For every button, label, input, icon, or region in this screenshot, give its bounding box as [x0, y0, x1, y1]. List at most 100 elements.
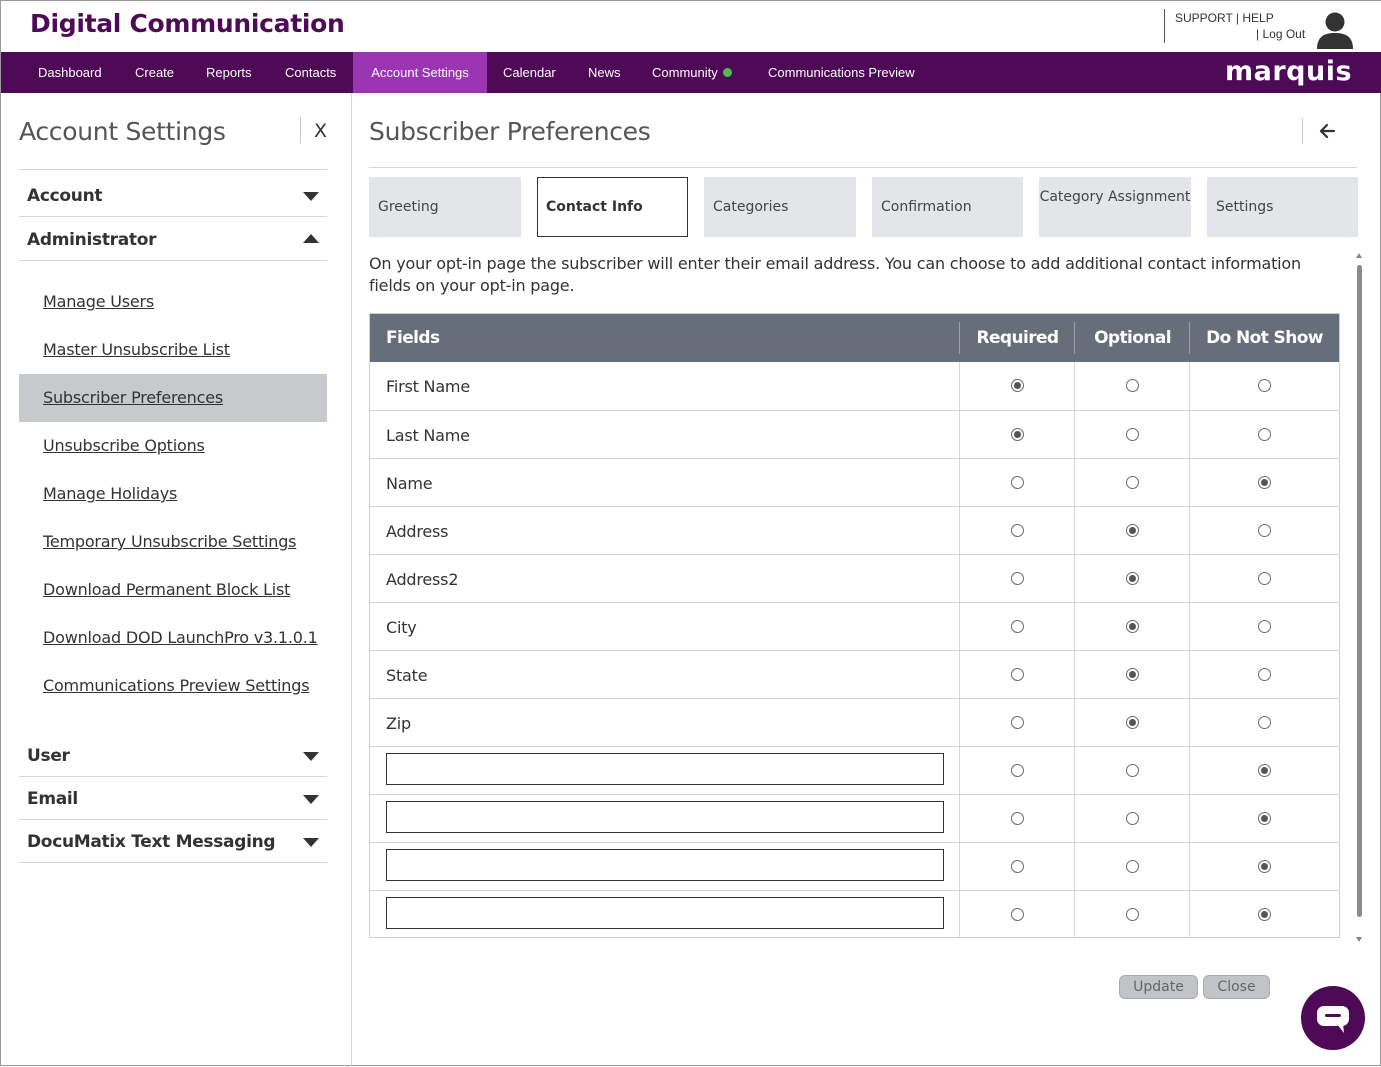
help-link[interactable]: HELP: [1242, 11, 1273, 25]
sidebar-item-unsubscribe-options[interactable]: Unsubscribe Options: [19, 422, 327, 470]
nav-calendar[interactable]: Calendar: [503, 52, 556, 93]
tab-contact-info[interactable]: Contact Info: [537, 177, 688, 237]
column-header-fields: Fields: [386, 328, 440, 348]
sidebar-item-label[interactable]: Download DOD LaunchPro v3.1.0.1: [43, 628, 318, 647]
sidebar-item-subscriber-preferences[interactable]: Subscriber Preferences: [19, 374, 327, 422]
sidebar-item-manage-holidays[interactable]: Manage Holidays: [19, 470, 327, 518]
scroll-up-icon[interactable]: [1356, 253, 1362, 258]
nav-communications-preview[interactable]: Communications Preview: [768, 52, 915, 93]
radio-optional[interactable]: [1126, 572, 1139, 585]
radio-optional[interactable]: [1126, 716, 1139, 729]
radio-required[interactable]: [1011, 379, 1024, 392]
radio-required[interactable]: [1011, 524, 1024, 537]
radio-do-not-show[interactable]: [1258, 524, 1271, 537]
radio-do-not-show[interactable]: [1258, 716, 1271, 729]
radio-optional[interactable]: [1126, 476, 1139, 489]
back-arrow-icon[interactable]: [1315, 119, 1339, 143]
sidebar-item-label[interactable]: Temporary Unsubscribe Settings: [43, 532, 297, 551]
logout-link[interactable]: Log Out: [1262, 27, 1305, 41]
nav-news[interactable]: News: [588, 52, 621, 93]
update-button[interactable]: Update: [1119, 975, 1198, 999]
divider: [300, 117, 301, 143]
sidebar-item-label[interactable]: Manage Users: [43, 292, 154, 311]
radio-optional[interactable]: [1126, 524, 1139, 537]
radio-do-not-show[interactable]: [1258, 572, 1271, 585]
tab-confirmation[interactable]: Confirmation: [872, 177, 1023, 237]
nav-create[interactable]: Create: [135, 52, 174, 93]
chevron-down-icon: [303, 838, 319, 847]
sidebar-section-user[interactable]: User: [19, 733, 327, 777]
radio-do-not-show[interactable]: [1258, 860, 1271, 873]
nav-community[interactable]: Community: [652, 52, 732, 93]
nav-contacts[interactable]: Contacts: [285, 52, 336, 93]
radio-optional[interactable]: [1126, 428, 1139, 441]
sidebar-item-label[interactable]: Download Permanent Block List: [43, 580, 290, 599]
radio-required[interactable]: [1011, 716, 1024, 729]
close-button[interactable]: Close: [1203, 975, 1270, 999]
sidebar-item-label[interactable]: Subscriber Preferences: [43, 388, 223, 407]
table-row: Address2: [370, 554, 1339, 602]
sidebar-close-button[interactable]: X: [314, 120, 327, 142]
column-header-optional: Optional: [1094, 328, 1171, 348]
sidebar-section-documatix[interactable]: DocuMatix Text Messaging: [19, 819, 327, 863]
radio-required[interactable]: [1011, 428, 1024, 441]
radio-optional[interactable]: [1126, 379, 1139, 392]
field-label: Address2: [386, 570, 459, 589]
sidebar-item-communications-preview-settings[interactable]: Communications Preview Settings: [19, 662, 327, 710]
sidebar-item-manage-users[interactable]: Manage Users: [19, 278, 327, 326]
divider: [369, 167, 1357, 168]
support-link[interactable]: SUPPORT: [1175, 11, 1233, 25]
sidebar-item-download-permanent-block-list[interactable]: Download Permanent Block List: [19, 566, 327, 614]
radio-do-not-show[interactable]: [1258, 379, 1271, 392]
sidebar-item-label[interactable]: Manage Holidays: [43, 484, 177, 503]
nav-reports[interactable]: Reports: [206, 52, 252, 93]
sidebar-item-download-dod-launchpro[interactable]: Download DOD LaunchPro v3.1.0.1: [19, 614, 327, 662]
radio-required[interactable]: [1011, 572, 1024, 585]
custom-field-input[interactable]: [386, 801, 944, 833]
sidebar-section-email[interactable]: Email: [19, 776, 327, 820]
radio-optional[interactable]: [1126, 668, 1139, 681]
radio-do-not-show[interactable]: [1258, 764, 1271, 777]
divider: [19, 169, 327, 170]
radio-required[interactable]: [1011, 668, 1024, 681]
sidebar-section-account[interactable]: Account: [19, 173, 327, 217]
scrollbar-thumb[interactable]: [1357, 265, 1362, 917]
chat-button[interactable]: [1301, 986, 1365, 1050]
radio-required[interactable]: [1011, 620, 1024, 633]
tab-settings[interactable]: Settings: [1207, 177, 1358, 237]
sidebar-section-administrator[interactable]: Administrator: [19, 217, 327, 261]
sidebar-item-master-unsubscribe-list[interactable]: Master Unsubscribe List: [19, 326, 327, 374]
radio-optional[interactable]: [1126, 764, 1139, 777]
radio-required[interactable]: [1011, 764, 1024, 777]
sidebar-item-label[interactable]: Unsubscribe Options: [43, 436, 205, 455]
table-row: Address: [370, 506, 1339, 554]
radio-do-not-show[interactable]: [1258, 428, 1271, 441]
radio-do-not-show[interactable]: [1258, 668, 1271, 681]
custom-field-input[interactable]: [386, 849, 944, 881]
nav-dashboard[interactable]: Dashboard: [38, 52, 102, 93]
nav-account-settings[interactable]: Account Settings: [353, 52, 487, 93]
field-label: City: [386, 618, 417, 637]
radio-optional[interactable]: [1126, 812, 1139, 825]
tab-greeting[interactable]: Greeting: [369, 177, 521, 237]
sidebar-item-label[interactable]: Communications Preview Settings: [43, 676, 310, 695]
radio-required[interactable]: [1011, 860, 1024, 873]
radio-do-not-show[interactable]: [1258, 908, 1271, 921]
radio-optional[interactable]: [1126, 620, 1139, 633]
radio-optional[interactable]: [1126, 860, 1139, 873]
tab-categories[interactable]: Categories: [704, 177, 856, 237]
radio-required[interactable]: [1011, 812, 1024, 825]
sidebar-item-label[interactable]: Master Unsubscribe List: [43, 340, 230, 359]
radio-do-not-show[interactable]: [1258, 620, 1271, 633]
radio-required[interactable]: [1011, 476, 1024, 489]
radio-do-not-show[interactable]: [1258, 476, 1271, 489]
custom-field-input[interactable]: [386, 897, 944, 929]
radio-optional[interactable]: [1126, 908, 1139, 921]
sidebar-item-temporary-unsubscribe-settings[interactable]: Temporary Unsubscribe Settings: [19, 518, 327, 566]
custom-field-input[interactable]: [386, 753, 944, 785]
scroll-down-icon[interactable]: [1356, 937, 1362, 942]
radio-required[interactable]: [1011, 908, 1024, 921]
radio-do-not-show[interactable]: [1258, 812, 1271, 825]
user-avatar-icon[interactable]: [1315, 11, 1355, 51]
tab-category-assignment[interactable]: Category Assignment: [1039, 177, 1191, 237]
